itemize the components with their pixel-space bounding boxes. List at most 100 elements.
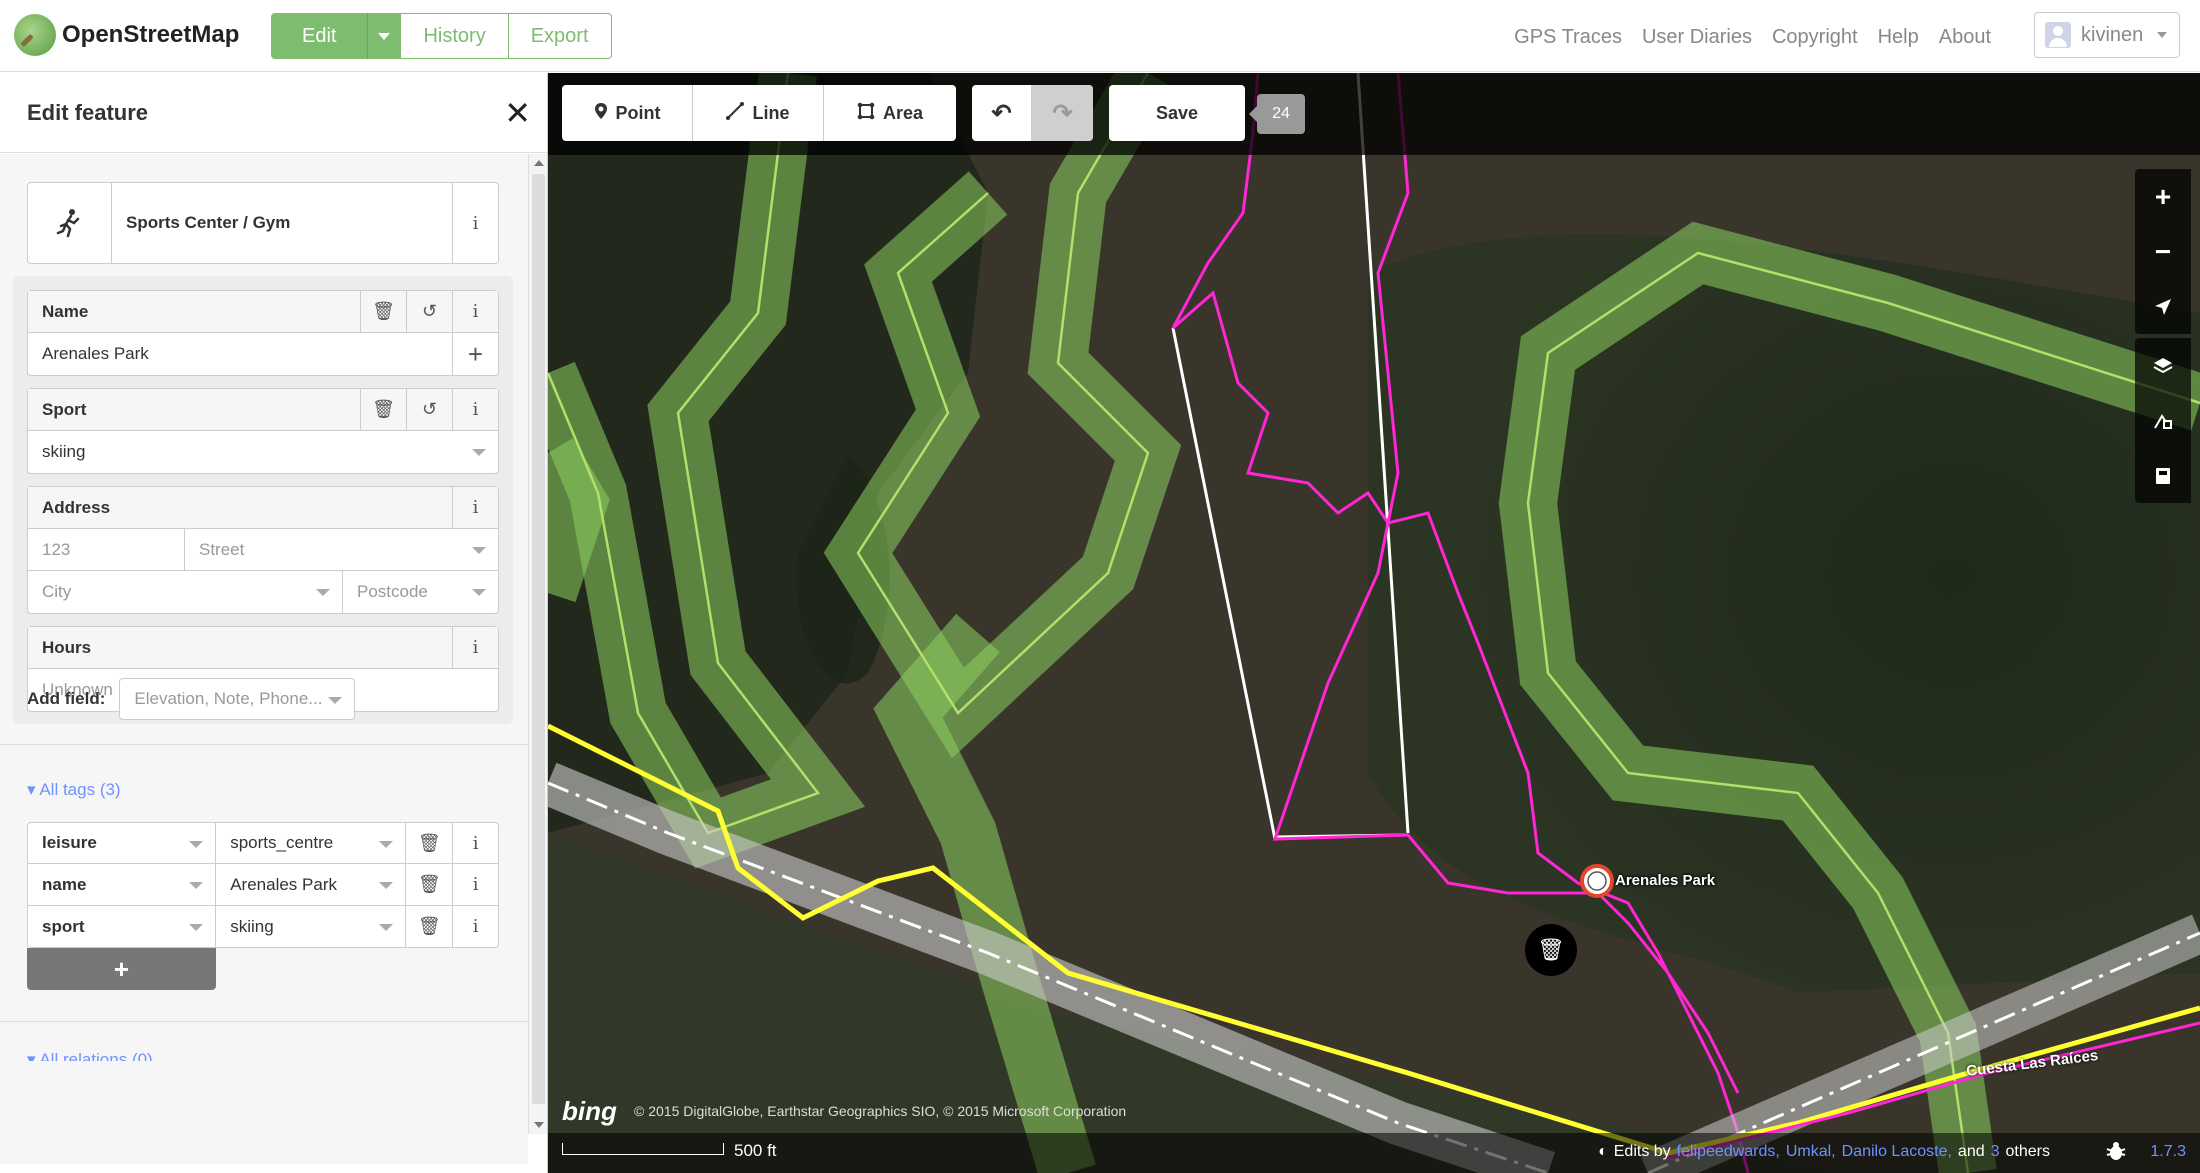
add-field-placeholder: Elevation, Note, Phone...: [134, 689, 323, 708]
chevron-down-icon: [472, 546, 486, 554]
selected-poi-marker[interactable]: [1580, 864, 1614, 898]
all-relations-label: All relations (0): [39, 1050, 153, 1069]
trash-icon: 🗑: [1537, 937, 1565, 962]
tag-key-input[interactable]: name: [28, 864, 217, 905]
scroll-down-icon[interactable]: [534, 1122, 544, 1128]
all-tags-label: All tags (3): [39, 780, 121, 799]
nav-copyright[interactable]: Copyright: [1772, 26, 1858, 49]
inspector-body: Sports Center / Gym i Name 🗑 ↺ i Arenale…: [0, 154, 528, 1164]
undo-icon[interactable]: ↺: [406, 389, 452, 430]
city-input[interactable]: City: [28, 571, 343, 613]
zoom-in-button[interactable]: +: [2135, 169, 2191, 224]
add-localized-name-button[interactable]: +: [452, 333, 498, 375]
poi-label: Arenales Park: [1615, 872, 1716, 889]
contributor-link[interactable]: Danilo Lacoste,: [1842, 1143, 1952, 1161]
scroll-up-icon[interactable]: [534, 160, 544, 166]
export-button[interactable]: Export: [508, 13, 612, 59]
nav-help[interactable]: Help: [1878, 26, 1919, 49]
info-icon[interactable]: i: [452, 906, 498, 947]
nav-user-diaries[interactable]: User Diaries: [1642, 26, 1752, 49]
version-link[interactable]: 1.7.3: [2150, 1143, 2186, 1161]
all-relations-toggle[interactable]: ▾ All relations (0): [27, 1050, 153, 1069]
chevron-down-icon: [2157, 32, 2168, 38]
field-address-label: Address: [42, 497, 111, 517]
map-data-button[interactable]: [2135, 393, 2191, 448]
info-icon[interactable]: i: [452, 487, 498, 528]
undo-redo-group: ↶ ↷: [972, 85, 1093, 141]
undo-icon[interactable]: ↺: [406, 291, 452, 332]
tag-value-input[interactable]: skiing: [216, 906, 407, 947]
edit-history-export-group: Edit History Export: [271, 13, 612, 59]
sidebar-scrollbar[interactable]: [528, 154, 547, 1134]
background-settings-button[interactable]: [2135, 338, 2191, 393]
contributor-link[interactable]: felipeedwards,: [1677, 1143, 1780, 1161]
tag-value-input[interactable]: Arenales Park: [216, 864, 407, 905]
tag-editor: leisure sports_centre 🗑 i name Arenales …: [27, 822, 499, 948]
undo-button[interactable]: ↶: [972, 85, 1032, 141]
chevron-down-icon: [189, 882, 204, 889]
street-input[interactable]: Street: [185, 529, 498, 571]
housenumber-input[interactable]: 123: [28, 528, 185, 571]
nav-about[interactable]: About: [1939, 26, 1991, 49]
geolocate-button[interactable]: [2135, 279, 2191, 334]
edit-count-badge: 24: [1249, 94, 1305, 134]
help-panel-button[interactable]: [2135, 448, 2191, 503]
add-field-combo[interactable]: Elevation, Note, Phone...: [119, 678, 356, 720]
info-icon[interactable]: i: [452, 627, 498, 668]
trash-icon[interactable]: 🗑: [360, 291, 406, 332]
info-icon[interactable]: i: [452, 291, 498, 332]
tag-key-input[interactable]: sport: [28, 906, 217, 947]
all-tags-toggle[interactable]: ▾ All tags (3): [27, 780, 121, 800]
line-icon: [726, 101, 745, 125]
zoom-controls: + −: [2135, 169, 2191, 334]
info-icon[interactable]: i: [452, 864, 498, 905]
map-data-icon: [2154, 413, 2172, 429]
name-input[interactable]: Arenales Park +: [28, 333, 498, 375]
add-line-button[interactable]: Line: [693, 85, 824, 141]
username: kivinen: [2081, 23, 2144, 46]
map-footer: 500 ft ◐ Edits by felipeedwards, Umkal, …: [548, 1133, 2200, 1173]
edit-button[interactable]: Edit: [271, 13, 368, 59]
edit-dropdown-button[interactable]: [367, 13, 401, 59]
area-icon: [857, 102, 875, 125]
trash-icon[interactable]: 🗑: [360, 389, 406, 430]
redo-button[interactable]: ↷: [1032, 85, 1093, 141]
tag-key-input[interactable]: leisure: [28, 823, 217, 863]
tag-value-input[interactable]: sports_centre: [216, 823, 407, 863]
triangle-down-icon: ▾: [27, 780, 36, 799]
add-area-button[interactable]: Area: [824, 85, 956, 141]
info-icon[interactable]: i: [452, 183, 498, 263]
info-icon[interactable]: i: [452, 823, 498, 863]
trash-icon[interactable]: 🗑: [406, 906, 452, 947]
edit-attribution: ◐ Edits by felipeedwards, Umkal, Danilo …: [1598, 1143, 2050, 1161]
close-icon[interactable]: ✕: [504, 97, 531, 129]
tag-value-text: skiing: [230, 916, 274, 936]
add-point-button[interactable]: Point: [562, 85, 693, 141]
preset-selector[interactable]: Sports Center / Gym i: [27, 182, 499, 264]
delete-feature-button[interactable]: 🗑: [1525, 924, 1577, 976]
user-menu-button[interactable]: kivinen: [2034, 12, 2180, 58]
zoom-out-button[interactable]: −: [2135, 224, 2191, 279]
contributor-link[interactable]: Umkal,: [1786, 1143, 1836, 1161]
postcode-input[interactable]: Postcode: [343, 571, 498, 613]
scrollbar-thumb[interactable]: [532, 174, 545, 1104]
bug-report-icon[interactable]: [2104, 1139, 2128, 1169]
info-icon[interactable]: i: [452, 389, 498, 430]
history-button[interactable]: History: [400, 13, 509, 59]
chevron-down-icon: [378, 32, 391, 40]
field-sport-label: Sport: [42, 399, 87, 419]
osm-logo[interactable]: OpenStreetMap: [14, 14, 239, 56]
trash-icon[interactable]: 🗑: [406, 864, 452, 905]
draw-mode-group: Point Line Area: [562, 85, 956, 141]
sport-combo[interactable]: skiing: [28, 431, 498, 473]
minus-icon: −: [2154, 235, 2172, 267]
scale-bar[interactable]: [562, 1143, 724, 1155]
field-name-label: Name: [42, 301, 89, 321]
save-button[interactable]: Save: [1109, 85, 1245, 141]
map-canvas[interactable]: Arenales Park Cuesta Las Raíces 🗑 Point …: [548, 73, 2200, 1173]
others-count-link[interactable]: 3: [1991, 1143, 2000, 1161]
field-address: Address i 123 Street City Postcode: [27, 486, 499, 614]
trash-icon[interactable]: 🗑: [406, 823, 452, 863]
add-tag-button[interactable]: +: [27, 948, 216, 990]
nav-gps-traces[interactable]: GPS Traces: [1514, 26, 1622, 49]
